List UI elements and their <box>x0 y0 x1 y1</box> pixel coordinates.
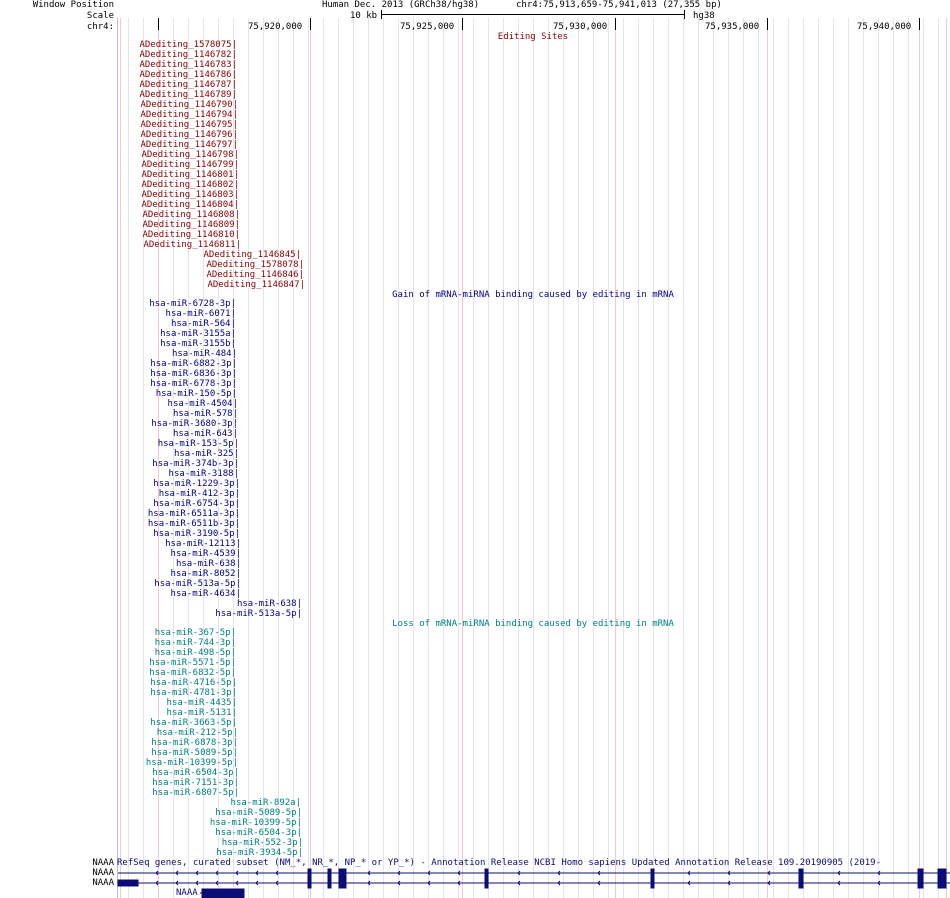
gene-model-row-1 <box>118 868 950 879</box>
gene-model-row-2 <box>117 878 950 889</box>
genome-browser-image: Window Position Scale chr4: NAAA NAAA NA… <box>0 0 950 898</box>
refseq-gene-models[interactable] <box>0 0 950 898</box>
gene-label-naaa[interactable]: NAAA <box>176 888 198 898</box>
gene-model-row-3 <box>200 888 245 898</box>
